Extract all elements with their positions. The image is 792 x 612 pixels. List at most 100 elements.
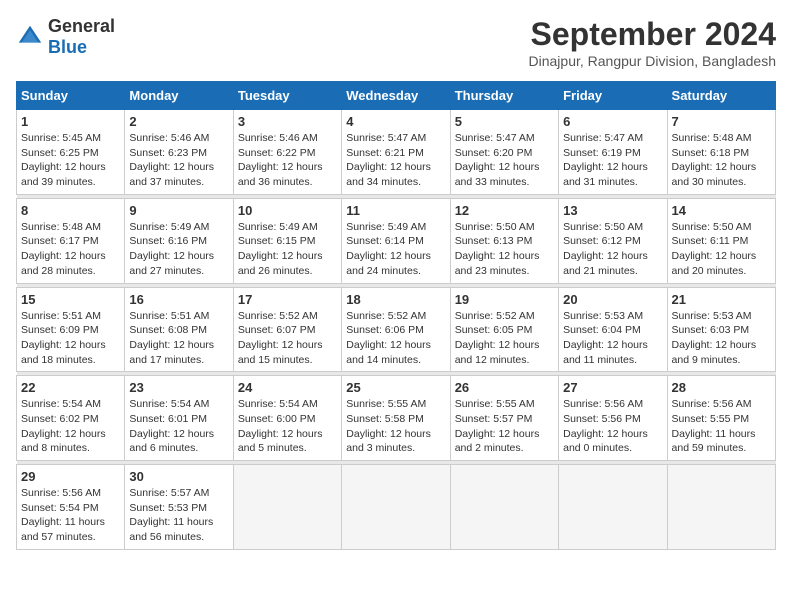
- calendar-cell: 29 Sunrise: 5:56 AMSunset: 5:54 PMDayligh…: [17, 465, 125, 550]
- day-info: Sunrise: 5:48 AMSunset: 6:17 PMDaylight:…: [21, 220, 120, 279]
- day-info: Sunrise: 5:56 AMSunset: 5:54 PMDaylight:…: [21, 486, 120, 545]
- weekday-header-row: SundayMondayTuesdayWednesdayThursdayFrid…: [17, 82, 776, 110]
- logo-icon: [16, 23, 44, 51]
- day-info: Sunrise: 5:48 AMSunset: 6:18 PMDaylight:…: [672, 131, 771, 190]
- weekday-header-tuesday: Tuesday: [233, 82, 341, 110]
- logo: General Blue: [16, 16, 115, 58]
- day-number: 22: [21, 380, 120, 395]
- day-info: Sunrise: 5:47 AMSunset: 6:19 PMDaylight:…: [563, 131, 662, 190]
- day-info: Sunrise: 5:56 AMSunset: 5:55 PMDaylight:…: [672, 397, 771, 456]
- day-info: Sunrise: 5:52 AMSunset: 6:05 PMDaylight:…: [455, 309, 554, 368]
- calendar-cell: 6 Sunrise: 5:47 AMSunset: 6:19 PMDaylight…: [559, 110, 667, 195]
- calendar-cell: [342, 465, 450, 550]
- calendar-cell: 18Sunrise: 5:52 AMSunset: 6:06 PMDayligh…: [342, 287, 450, 372]
- day-info: Sunrise: 5:52 AMSunset: 6:07 PMDaylight:…: [238, 309, 337, 368]
- day-number: 3: [238, 114, 337, 129]
- week-row-4: 22 Sunrise: 5:54 AMSunset: 6:02 PMDayligh…: [17, 376, 776, 461]
- calendar-cell: 20 Sunrise: 5:53 AMSunset: 6:04 PMDayligh…: [559, 287, 667, 372]
- day-number: 5: [455, 114, 554, 129]
- day-number: 23: [129, 380, 228, 395]
- calendar-cell: 24 Sunrise: 5:54 AMSunset: 6:00 PMDayligh…: [233, 376, 341, 461]
- day-number: 2: [129, 114, 228, 129]
- calendar-cell: 22 Sunrise: 5:54 AMSunset: 6:02 PMDayligh…: [17, 376, 125, 461]
- header: General Blue September 2024 Dinajpur, Ra…: [16, 16, 776, 69]
- title-area: September 2024 Dinajpur, Rangpur Divisio…: [529, 16, 776, 69]
- day-info: Sunrise: 5:49 AMSunset: 6:15 PMDaylight:…: [238, 220, 337, 279]
- calendar-cell: 9 Sunrise: 5:49 AMSunset: 6:16 PMDaylight…: [125, 198, 233, 283]
- day-info: Sunrise: 5:55 AMSunset: 5:57 PMDaylight:…: [455, 397, 554, 456]
- day-info: Sunrise: 5:54 AMSunset: 6:00 PMDaylight:…: [238, 397, 337, 456]
- calendar-cell: 8Sunrise: 5:48 AMSunset: 6:17 PMDaylight…: [17, 198, 125, 283]
- day-number: 28: [672, 380, 771, 395]
- weekday-header-sunday: Sunday: [17, 82, 125, 110]
- weekday-header-monday: Monday: [125, 82, 233, 110]
- calendar-cell: 10 Sunrise: 5:49 AMSunset: 6:15 PMDayligh…: [233, 198, 341, 283]
- day-number: 7: [672, 114, 771, 129]
- day-number: 18: [346, 292, 445, 307]
- day-info: Sunrise: 5:47 AMSunset: 6:21 PMDaylight:…: [346, 131, 445, 190]
- day-number: 19: [455, 292, 554, 307]
- calendar-cell: 4 Sunrise: 5:47 AMSunset: 6:21 PMDaylight…: [342, 110, 450, 195]
- day-info: Sunrise: 5:51 AMSunset: 6:09 PMDaylight:…: [21, 309, 120, 368]
- weekday-header-wednesday: Wednesday: [342, 82, 450, 110]
- calendar-cell: 15 Sunrise: 5:51 AMSunset: 6:09 PMDayligh…: [17, 287, 125, 372]
- day-number: 20: [563, 292, 662, 307]
- calendar-cell: [233, 465, 341, 550]
- day-number: 12: [455, 203, 554, 218]
- day-info: Sunrise: 5:49 AMSunset: 6:16 PMDaylight:…: [129, 220, 228, 279]
- day-number: 16: [129, 292, 228, 307]
- day-info: Sunrise: 5:53 AMSunset: 6:03 PMDaylight:…: [672, 309, 771, 368]
- calendar-cell: 26 Sunrise: 5:55 AMSunset: 5:57 PMDayligh…: [450, 376, 558, 461]
- day-info: Sunrise: 5:56 AMSunset: 5:56 PMDaylight:…: [563, 397, 662, 456]
- day-number: 29: [21, 469, 120, 484]
- location: Dinajpur, Rangpur Division, Bangladesh: [529, 53, 776, 69]
- logo-blue: Blue: [48, 37, 87, 57]
- day-info: Sunrise: 5:45 AMSunset: 6:25 PMDaylight:…: [21, 131, 120, 190]
- calendar-cell: 12 Sunrise: 5:50 AMSunset: 6:13 PMDayligh…: [450, 198, 558, 283]
- day-number: 9: [129, 203, 228, 218]
- day-info: Sunrise: 5:57 AMSunset: 5:53 PMDaylight:…: [129, 486, 228, 545]
- day-info: Sunrise: 5:46 AMSunset: 6:23 PMDaylight:…: [129, 131, 228, 190]
- calendar-cell: 2 Sunrise: 5:46 AMSunset: 6:23 PMDaylight…: [125, 110, 233, 195]
- day-info: Sunrise: 5:50 AMSunset: 6:13 PMDaylight:…: [455, 220, 554, 279]
- calendar-cell: 23 Sunrise: 5:54 AMSunset: 6:01 PMDayligh…: [125, 376, 233, 461]
- calendar-cell: 13Sunrise: 5:50 AMSunset: 6:12 PMDayligh…: [559, 198, 667, 283]
- day-info: Sunrise: 5:54 AMSunset: 6:01 PMDaylight:…: [129, 397, 228, 456]
- day-number: 6: [563, 114, 662, 129]
- calendar-cell: [667, 465, 775, 550]
- day-info: Sunrise: 5:49 AMSunset: 6:14 PMDaylight:…: [346, 220, 445, 279]
- calendar-cell: 30Sunrise: 5:57 AMSunset: 5:53 PMDayligh…: [125, 465, 233, 550]
- day-info: Sunrise: 5:47 AMSunset: 6:20 PMDaylight:…: [455, 131, 554, 190]
- calendar-cell: 7 Sunrise: 5:48 AMSunset: 6:18 PMDaylight…: [667, 110, 775, 195]
- day-number: 17: [238, 292, 337, 307]
- day-number: 13: [563, 203, 662, 218]
- day-number: 25: [346, 380, 445, 395]
- calendar-cell: 14Sunrise: 5:50 AMSunset: 6:11 PMDayligh…: [667, 198, 775, 283]
- calendar-cell: [450, 465, 558, 550]
- day-number: 15: [21, 292, 120, 307]
- day-number: 26: [455, 380, 554, 395]
- calendar-cell: 17 Sunrise: 5:52 AMSunset: 6:07 PMDayligh…: [233, 287, 341, 372]
- calendar-cell: 5 Sunrise: 5:47 AMSunset: 6:20 PMDaylight…: [450, 110, 558, 195]
- calendar-cell: [559, 465, 667, 550]
- day-number: 24: [238, 380, 337, 395]
- calendar-cell: 16 Sunrise: 5:51 AMSunset: 6:08 PMDayligh…: [125, 287, 233, 372]
- day-number: 1: [21, 114, 120, 129]
- calendar-cell: 28 Sunrise: 5:56 AMSunset: 5:55 PMDayligh…: [667, 376, 775, 461]
- day-number: 11: [346, 203, 445, 218]
- calendar-cell: 19 Sunrise: 5:52 AMSunset: 6:05 PMDayligh…: [450, 287, 558, 372]
- day-info: Sunrise: 5:50 AMSunset: 6:11 PMDaylight:…: [672, 220, 771, 279]
- calendar-cell: 11 Sunrise: 5:49 AMSunset: 6:14 PMDayligh…: [342, 198, 450, 283]
- calendar: SundayMondayTuesdayWednesdayThursdayFrid…: [16, 81, 776, 550]
- month-year: September 2024: [529, 16, 776, 53]
- day-info: Sunrise: 5:53 AMSunset: 6:04 PMDaylight:…: [563, 309, 662, 368]
- day-number: 4: [346, 114, 445, 129]
- day-info: Sunrise: 5:51 AMSunset: 6:08 PMDaylight:…: [129, 309, 228, 368]
- day-number: 10: [238, 203, 337, 218]
- weekday-header-saturday: Saturday: [667, 82, 775, 110]
- day-info: Sunrise: 5:54 AMSunset: 6:02 PMDaylight:…: [21, 397, 120, 456]
- day-number: 27: [563, 380, 662, 395]
- day-info: Sunrise: 5:46 AMSunset: 6:22 PMDaylight:…: [238, 131, 337, 190]
- calendar-cell: 1 Sunrise: 5:45 AMSunset: 6:25 PMDaylight…: [17, 110, 125, 195]
- calendar-cell: 25Sunrise: 5:55 AMSunset: 5:58 PMDayligh…: [342, 376, 450, 461]
